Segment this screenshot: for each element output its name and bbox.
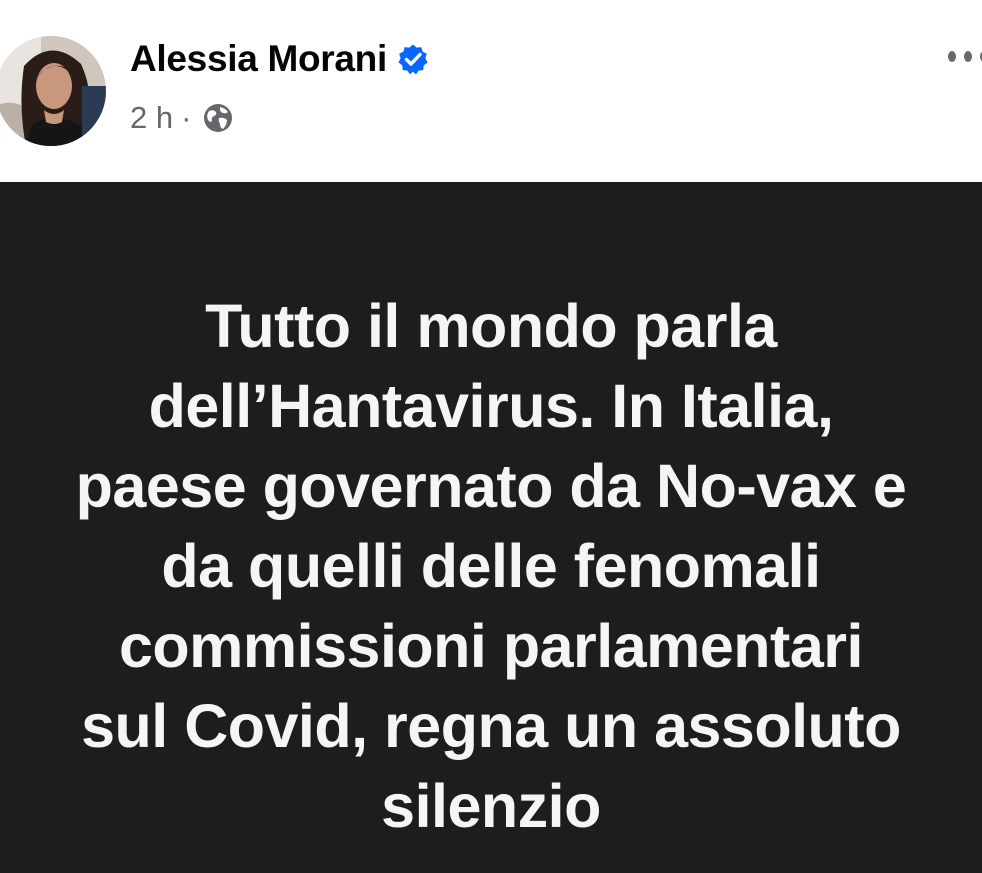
avatar-photo [0, 36, 106, 146]
meta-separator: · [181, 100, 192, 135]
more-dot [964, 50, 972, 62]
post-text: Tutto il mondo parla dell’Hantavirus. In… [21, 286, 961, 846]
globe-icon[interactable] [203, 103, 233, 133]
post-timestamp[interactable]: 2 h [130, 100, 173, 136]
post-text-line: Tutto il mondo parla [205, 292, 777, 360]
post-text-line: sul Covid, regna un assoluto [81, 692, 901, 760]
post-header: Alessia Morani 2 h · [0, 0, 982, 182]
post-text-line: dell’Hantavirus. In Italia, [148, 372, 834, 440]
author-name-text[interactable]: Alessia Morani [130, 38, 387, 80]
post-text-line: silenzio [381, 772, 601, 840]
more-options-icon[interactable] [948, 44, 982, 68]
author-name[interactable]: Alessia Morani [130, 38, 429, 80]
post-text-card[interactable]: Tutto il mondo parla dell’Hantavirus. In… [0, 182, 982, 873]
post-meta: 2 h · [130, 100, 233, 136]
author-avatar[interactable] [0, 36, 106, 146]
more-dot [948, 50, 956, 62]
verified-badge-icon [398, 44, 428, 75]
post-text-line: paese governato da No-vax e [75, 452, 907, 520]
post-text-line: da quelli delle fenomali [161, 532, 821, 600]
post-text-line: commissioni parlamentari [119, 612, 863, 680]
facebook-post: Alessia Morani 2 h · Tutto il mondo parl [0, 0, 982, 873]
